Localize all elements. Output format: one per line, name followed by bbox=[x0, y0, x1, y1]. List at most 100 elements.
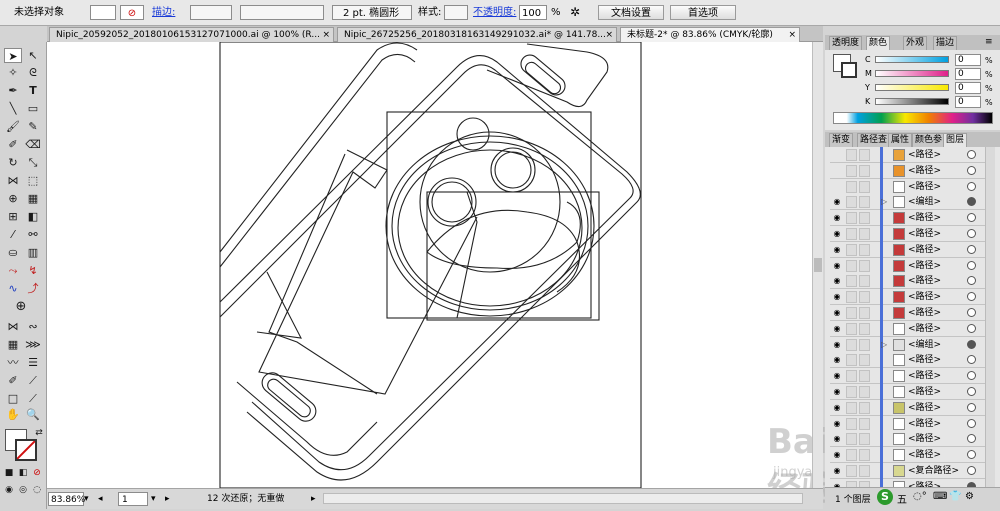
crosshair-tool-icon[interactable]: ⊕ bbox=[12, 299, 30, 314]
tab-appearance[interactable]: 外观 bbox=[903, 36, 928, 50]
eye-icon[interactable]: ◉ bbox=[832, 324, 842, 334]
layer-row[interactable]: ◉ <路径> bbox=[830, 210, 990, 227]
target-circle-icon[interactable] bbox=[967, 450, 976, 460]
target-circle-icon[interactable] bbox=[967, 213, 976, 223]
layer-row[interactable]: ◉ <路径> bbox=[830, 368, 990, 385]
line-tool-icon[interactable]: ╲ bbox=[4, 101, 22, 116]
knife-tool-icon[interactable]: ⟋ bbox=[24, 391, 42, 406]
hand-variant-tool-icon[interactable]: ∿ bbox=[4, 281, 22, 296]
selection-tool-icon[interactable]: ➤ bbox=[4, 48, 22, 63]
layer-row[interactable]: ◉ <路径> bbox=[830, 478, 990, 487]
eye-icon[interactable]: ◉ bbox=[832, 292, 842, 302]
layer-row[interactable]: ◉ <路径> bbox=[830, 415, 990, 432]
template-toggle[interactable] bbox=[859, 212, 870, 225]
chevron-down-icon[interactable]: ▾ bbox=[151, 492, 156, 506]
lock-toggle[interactable] bbox=[846, 259, 857, 272]
lock-toggle[interactable] bbox=[846, 243, 857, 256]
eye-icon[interactable]: ◉ bbox=[832, 387, 842, 397]
eye-icon[interactable]: ◉ bbox=[832, 197, 842, 207]
style-dropdown[interactable] bbox=[444, 5, 468, 20]
template-toggle[interactable] bbox=[859, 322, 870, 335]
eye-icon[interactable] bbox=[832, 166, 842, 176]
lock-toggle[interactable] bbox=[846, 401, 857, 414]
lock-toggle[interactable] bbox=[846, 291, 857, 304]
target-circle-icon[interactable] bbox=[967, 434, 976, 444]
panel-stroke-box[interactable] bbox=[841, 62, 857, 78]
lock-toggle[interactable] bbox=[846, 386, 857, 398]
mesh-tool-icon[interactable]: ⊞ bbox=[4, 209, 22, 224]
template-toggle[interactable] bbox=[859, 275, 870, 288]
sogou-icon[interactable]: S bbox=[877, 489, 893, 505]
ime-tools-icon[interactable]: ⚙ bbox=[965, 491, 974, 502]
template-toggle[interactable] bbox=[859, 386, 870, 398]
align-tool-icon[interactable]: ☰ bbox=[24, 355, 42, 370]
layer-row[interactable]: ◉ <路径> bbox=[830, 447, 990, 464]
layer-row[interactable]: ◉ <路径> bbox=[830, 305, 990, 321]
chevron-down-icon[interactable]: ▾ bbox=[84, 492, 89, 506]
layer-row[interactable]: ◉ <路径> bbox=[830, 273, 990, 290]
eye-icon[interactable]: ◉ bbox=[832, 371, 842, 381]
paintbrush-tool-icon[interactable]: 🖌 bbox=[4, 119, 22, 134]
warp-tool-icon[interactable]: ⋈ bbox=[4, 319, 22, 334]
lock-toggle[interactable] bbox=[846, 212, 857, 225]
artboard-tool-icon[interactable]: ⤳ bbox=[4, 263, 22, 278]
lock-toggle[interactable] bbox=[846, 164, 857, 177]
symbol-sprayer-tool-icon[interactable]: ⛀ bbox=[4, 245, 22, 260]
layer-row[interactable]: <路径> bbox=[830, 178, 990, 195]
lock-toggle[interactable] bbox=[846, 322, 857, 335]
template-toggle[interactable] bbox=[859, 291, 870, 304]
template-toggle[interactable] bbox=[859, 401, 870, 414]
eye-icon[interactable]: ◉ bbox=[832, 245, 842, 255]
cyan-value[interactable]: 0 bbox=[955, 54, 981, 66]
template-toggle[interactable] bbox=[859, 180, 870, 193]
lock-toggle[interactable] bbox=[846, 228, 857, 240]
preferences-button[interactable]: 首选项 bbox=[670, 5, 736, 20]
magenta-value[interactable]: 0 bbox=[955, 68, 981, 80]
tab-pathfinder[interactable]: 路径查 bbox=[857, 133, 891, 147]
eye-icon[interactable]: ◉ bbox=[832, 308, 842, 318]
close-icon[interactable]: × bbox=[322, 28, 330, 42]
eye-icon[interactable]: ◉ bbox=[832, 434, 842, 444]
target-circle-icon[interactable] bbox=[967, 308, 976, 317]
swap-fill-stroke-icon[interactable]: ⇄ bbox=[30, 426, 48, 441]
layer-row[interactable]: ◉ <路径> bbox=[830, 431, 990, 448]
twirl-tool-icon[interactable]: ∾ bbox=[24, 319, 42, 334]
slice-tool-icon[interactable]: ↯ bbox=[24, 263, 42, 278]
target-circle-icon[interactable] bbox=[967, 387, 976, 396]
none-mode-icon[interactable]: ⊘ bbox=[28, 466, 46, 481]
eye-icon[interactable]: ◉ bbox=[832, 229, 842, 239]
lock-toggle[interactable] bbox=[846, 275, 857, 288]
target-circle-icon[interactable] bbox=[967, 165, 976, 175]
layer-row[interactable]: <路径> bbox=[830, 162, 990, 179]
target-circle-icon[interactable] bbox=[967, 276, 976, 286]
template-toggle[interactable] bbox=[859, 465, 870, 477]
measure-tool-icon[interactable]: ⟋ bbox=[24, 373, 42, 388]
layer-row[interactable]: ◉ <路径> bbox=[830, 320, 990, 337]
grid-tool-icon[interactable]: ▦ bbox=[4, 337, 22, 352]
panel-menu-icon[interactable]: ≡ bbox=[985, 37, 993, 47]
artboard-number-field[interactable]: 1 bbox=[118, 492, 148, 506]
lock-toggle[interactable] bbox=[846, 370, 857, 383]
brush-dropdown[interactable]: 2 pt. 椭圆形 bbox=[332, 5, 412, 20]
lock-toggle[interactable] bbox=[846, 196, 857, 209]
lock-toggle[interactable] bbox=[846, 354, 857, 367]
target-circle-icon[interactable] bbox=[967, 150, 976, 159]
lasso-tool-icon[interactable]: ᘓ bbox=[24, 65, 42, 80]
target-circle-icon[interactable] bbox=[967, 339, 976, 349]
template-toggle[interactable] bbox=[859, 449, 870, 462]
lock-toggle[interactable] bbox=[846, 465, 857, 477]
lock-toggle[interactable] bbox=[846, 433, 857, 446]
draw-inside-icon[interactable]: ◌ bbox=[28, 483, 46, 498]
template-toggle[interactable] bbox=[859, 164, 870, 177]
pen-tool-icon[interactable]: ✒ bbox=[4, 83, 22, 98]
pencil-tool-icon[interactable]: ✎ bbox=[24, 119, 42, 134]
expand-triangle-icon[interactable]: ▷ bbox=[881, 197, 887, 206]
close-icon[interactable]: × bbox=[788, 28, 796, 42]
direct-selection-tool-icon[interactable]: ↖ bbox=[24, 48, 42, 63]
stroke-color-box[interactable] bbox=[15, 439, 37, 461]
layer-row[interactable]: ◉ <路径> bbox=[830, 226, 990, 242]
template-toggle[interactable] bbox=[859, 196, 870, 209]
template-toggle[interactable] bbox=[859, 370, 870, 383]
lock-toggle[interactable] bbox=[846, 307, 857, 319]
tab-layers[interactable]: 图层 bbox=[943, 133, 968, 147]
